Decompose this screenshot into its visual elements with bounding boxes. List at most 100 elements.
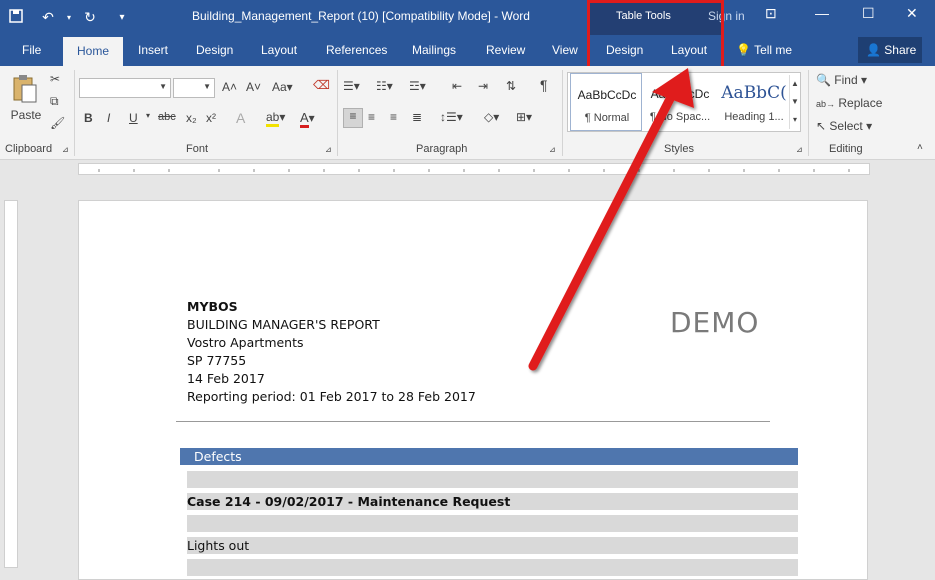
replace-icon: ab→ — [816, 99, 836, 109]
shading-icon[interactable]: ◇▾ — [484, 110, 499, 124]
style-preview: AaBbC( — [721, 83, 787, 103]
numbering-icon[interactable]: ☷▾ — [376, 79, 393, 93]
multilevel-list-icon[interactable]: ☲▾ — [409, 79, 426, 93]
share-button[interactable]: 👤 Share — [858, 37, 922, 63]
styles-gallery: AaBbCcDc ¶ Normal AaBbCcDc ¶ No Spac... … — [567, 72, 801, 132]
ribbon-tabs: File Home Insert Design Layout Reference… — [0, 35, 935, 66]
bold-button[interactable]: B — [84, 111, 93, 125]
underline-button[interactable]: U — [129, 111, 138, 125]
highlight-color-icon[interactable]: ab▾ — [266, 110, 285, 127]
font-group-label: Font — [186, 143, 209, 155]
close-icon[interactable]: ✕ — [906, 5, 918, 22]
increase-indent-icon[interactable]: ⇥ — [478, 79, 488, 93]
tab-design[interactable]: Design — [196, 43, 233, 57]
table-row — [187, 515, 798, 532]
group-divider — [562, 70, 563, 156]
tab-mailings[interactable]: Mailings — [412, 43, 456, 57]
tab-home[interactable]: Home — [63, 37, 124, 66]
superscript-button[interactable]: x² — [206, 111, 216, 125]
tab-file[interactable]: File — [22, 43, 41, 57]
cursor-icon: ↖ — [816, 119, 827, 133]
paste-label[interactable]: Paste — [10, 108, 42, 122]
align-right-icon[interactable]: ≡ — [390, 110, 397, 124]
title-bar: ↶ ▾ ↻ ▾ Building_Management_Report (10) … — [0, 0, 935, 35]
person-icon: 👤 — [866, 43, 881, 57]
defects-section-header: Defects — [180, 448, 798, 465]
doc-date: 14 Feb 2017 — [187, 371, 265, 386]
cut-icon[interactable]: ✂ — [50, 72, 60, 86]
redo-icon[interactable]: ↻ — [74, 9, 106, 26]
replace-button[interactable]: ab→ Replace — [816, 96, 882, 110]
doc-report-title: BUILDING MANAGER'S REPORT — [187, 317, 380, 332]
paste-icon[interactable] — [10, 74, 40, 104]
line-spacing-icon[interactable]: ↕☰▾ — [440, 110, 463, 124]
maximize-icon[interactable]: ☐ — [862, 5, 875, 22]
format-painter-icon[interactable]: 🖌 — [50, 116, 65, 130]
undo-dropdown-icon[interactable]: ▾ — [64, 13, 74, 22]
doc-building: Vostro Apartments — [187, 335, 304, 350]
style-name: ¶ No Spac... — [649, 111, 711, 123]
tell-me-box[interactable]: 💡 Tell me — [736, 43, 792, 57]
save-icon[interactable] — [0, 9, 32, 26]
strikethrough-button[interactable]: abc — [158, 111, 176, 123]
styles-scroll[interactable]: ▲ ▼ ▾ — [789, 75, 800, 129]
tab-view[interactable]: View — [552, 43, 578, 57]
window-title: Building_Management_Report (10) [Compati… — [192, 9, 530, 23]
tab-review[interactable]: Review — [486, 43, 525, 57]
tab-layout[interactable]: Layout — [261, 43, 297, 57]
ruler-ticks — [98, 169, 850, 172]
style-no-spacing[interactable]: AaBbCcDc ¶ No Spac... — [644, 73, 716, 131]
text-effects-icon[interactable]: A — [236, 110, 245, 126]
customize-qat-icon[interactable]: ▾ — [106, 12, 138, 23]
shrink-font-icon[interactable]: A˅ — [246, 80, 261, 94]
justify-icon[interactable]: ≣ — [412, 110, 422, 124]
styles-launcher-icon[interactable]: ⊿ — [796, 145, 803, 154]
bullets-icon[interactable]: ☰▾ — [343, 79, 360, 93]
font-color-icon[interactable]: A▾ — [300, 110, 315, 128]
undo-icon[interactable]: ↶ — [32, 9, 64, 26]
style-preview: AaBbCcDc — [650, 87, 710, 101]
subscript-button[interactable]: x₂ — [186, 111, 197, 125]
find-button[interactable]: 🔍 Find ▾ — [816, 73, 867, 87]
style-normal[interactable]: AaBbCcDc ¶ Normal — [570, 73, 642, 131]
vertical-ruler[interactable] — [4, 200, 18, 568]
search-icon: 🔍 — [816, 73, 831, 87]
clipboard-launcher-icon[interactable]: ⊿ — [62, 145, 69, 154]
sort-icon[interactable]: ⇅ — [506, 79, 516, 93]
style-heading-1[interactable]: AaBbC( Heading 1... — [718, 73, 790, 131]
collapse-ribbon-icon[interactable]: ˄ — [917, 142, 923, 153]
font-name-combo[interactable]: ▼ — [79, 78, 171, 98]
copy-icon[interactable]: ⧉ — [50, 94, 59, 109]
font-launcher-icon[interactable]: ⊿ — [325, 145, 332, 154]
select-label: Select — [829, 119, 863, 133]
horizontal-ruler[interactable] — [0, 160, 935, 178]
align-left-icon[interactable]: ≡ — [343, 108, 363, 128]
font-size-combo[interactable]: ▼ — [173, 78, 215, 98]
group-divider — [74, 70, 75, 156]
borders-icon[interactable]: ⊞▾ — [516, 110, 532, 124]
tab-insert[interactable]: Insert — [138, 43, 168, 57]
demo-logo: DEMO — [670, 306, 760, 339]
minimize-icon[interactable]: — — [815, 5, 829, 21]
ribbon-display-options-icon[interactable]: ⊡ — [765, 5, 777, 22]
paragraph-launcher-icon[interactable]: ⊿ — [549, 145, 556, 154]
doc-org: MYBOS — [187, 299, 238, 314]
underline-dropdown-icon[interactable]: ▾ — [146, 111, 150, 120]
style-name: Heading 1... — [724, 111, 784, 123]
style-name: ¶ Normal — [584, 112, 630, 124]
clear-formatting-icon[interactable]: ⌫ — [313, 78, 330, 92]
select-button[interactable]: ↖ Select ▾ — [816, 119, 872, 133]
divider-line — [176, 421, 770, 422]
align-center-icon[interactable]: ≡ — [368, 110, 375, 124]
grow-font-icon[interactable]: A˄ — [222, 80, 237, 94]
decrease-indent-icon[interactable]: ⇤ — [452, 79, 462, 93]
italic-button[interactable]: I — [107, 111, 110, 125]
show-formatting-marks-icon[interactable]: ¶ — [540, 77, 548, 93]
tab-references[interactable]: References — [326, 43, 387, 57]
editing-group-label: Editing — [829, 143, 863, 155]
share-label: Share — [884, 43, 917, 57]
lightbulb-icon: 💡 — [736, 43, 751, 57]
change-case-icon[interactable]: Aa▾ — [272, 80, 293, 94]
chevron-down-icon: ▼ — [203, 82, 211, 91]
ruler-track — [78, 163, 870, 175]
